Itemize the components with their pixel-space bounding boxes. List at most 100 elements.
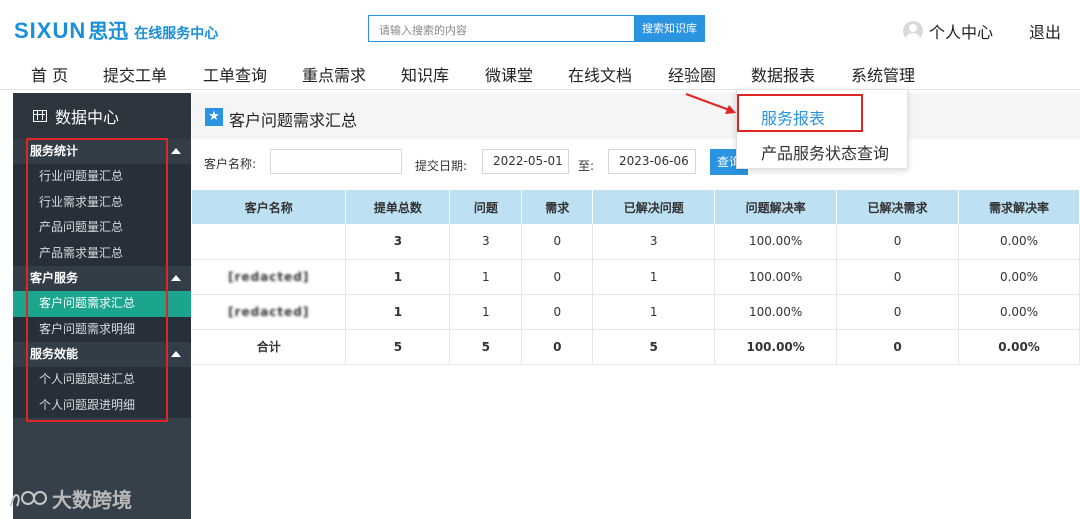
sidebar: 数据中心 服务统计 行业问题量汇总 行业需求量汇总 产品问题量汇总 产品需求量汇… bbox=[13, 93, 191, 519]
star-icon: ★ bbox=[205, 108, 223, 126]
cell-resolved-demands: 0 bbox=[836, 224, 960, 260]
user-avatar-icon bbox=[903, 21, 923, 41]
cell-total-label: 合计 bbox=[192, 329, 347, 365]
cell-total: 3 bbox=[345, 224, 451, 260]
redacted-customer-name: [redacted] bbox=[228, 269, 310, 284]
cell-total: 1 bbox=[345, 294, 451, 330]
caret-up-icon bbox=[171, 275, 181, 281]
cell-demand-rate: 0.00% bbox=[958, 259, 1080, 295]
col-issues: 问题 bbox=[449, 190, 523, 224]
nav-submit-ticket[interactable]: 提交工单 bbox=[103, 62, 167, 86]
cell-total: 1 bbox=[345, 259, 451, 295]
user-center-label: 个人中心 bbox=[929, 23, 994, 42]
logo-subtitle: 在线服务中心 bbox=[134, 26, 219, 42]
cell-issues: 1 bbox=[449, 259, 523, 295]
sidebar-item-customer-summary[interactable]: 客户问题需求汇总 bbox=[13, 291, 191, 317]
sidebar-menu: 服务统计 行业问题量汇总 行业需求量汇总 产品问题量汇总 产品需求量汇总 客户服… bbox=[13, 139, 191, 418]
nav-ticket-query[interactable]: 工单查询 bbox=[203, 62, 267, 86]
cell-demand-rate: 0.00% bbox=[958, 329, 1080, 365]
sidebar-item-customer-detail[interactable]: 客户问题需求明细 bbox=[13, 317, 191, 343]
cell-issues: 1 bbox=[449, 294, 523, 330]
date-from-input[interactable]: 2022-05-01 bbox=[482, 149, 569, 174]
cell-demand-rate: 0.00% bbox=[958, 294, 1080, 330]
cell-resolved-issues: 3 bbox=[592, 224, 716, 260]
cell-customer: [redacted] bbox=[192, 259, 347, 295]
col-issue-rate: 问题解决率 bbox=[714, 190, 838, 224]
cell-issue-rate: 100.00% bbox=[714, 259, 838, 295]
content-title-bar: ★ 客户问题需求汇总 bbox=[192, 93, 1080, 139]
sidebar-title: 数据中心 bbox=[55, 108, 120, 127]
nav-experience-circle[interactable]: 经验圈 bbox=[668, 62, 716, 86]
watermark-logo-icon bbox=[10, 490, 47, 506]
caret-up-icon bbox=[171, 148, 181, 154]
cell-issues: 3 bbox=[449, 224, 523, 260]
sidebar-item-industry-issues[interactable]: 行业问题量汇总 bbox=[13, 164, 191, 190]
nav-home[interactable]: 首 页 bbox=[31, 62, 68, 86]
sidebar-group-service-stats[interactable]: 服务统计 bbox=[13, 139, 191, 164]
data-reports-dropdown: 服务报表 产品服务状态查询 bbox=[736, 89, 908, 169]
date-to-input[interactable]: 2023-06-06 bbox=[608, 149, 696, 174]
cell-customer: [redacted] bbox=[192, 294, 347, 330]
cell-total: 5 bbox=[345, 329, 451, 365]
sidebar-item-industry-demands[interactable]: 行业需求量汇总 bbox=[13, 190, 191, 216]
sidebar-group-service-efficiency[interactable]: 服务效能 bbox=[13, 342, 191, 367]
user-center-link[interactable]: 个人中心 bbox=[903, 19, 993, 43]
cell-demands: 0 bbox=[521, 329, 594, 365]
col-total-tickets: 提单总数 bbox=[345, 190, 451, 224]
nav-micro-class[interactable]: 微课堂 bbox=[485, 62, 533, 86]
caret-up-icon bbox=[171, 351, 181, 357]
cell-resolved-demands: 0 bbox=[836, 294, 960, 330]
menu-item-service-report[interactable]: 服务报表 bbox=[761, 105, 825, 129]
search-input[interactable]: 请输入搜索的内容 bbox=[368, 15, 635, 42]
page-title: 客户问题需求汇总 bbox=[229, 111, 358, 130]
table-row: 3 3 0 3 100.00% 0 0.00% bbox=[192, 224, 1080, 260]
sidebar-item-product-demands[interactable]: 产品需求量汇总 bbox=[13, 241, 191, 267]
submit-date-label: 提交日期: bbox=[415, 159, 468, 173]
group-label: 服务统计 bbox=[30, 144, 79, 158]
cell-demands: 0 bbox=[521, 224, 594, 260]
sidebar-item-personal-summary[interactable]: 个人问题跟进汇总 bbox=[13, 367, 191, 393]
top-header: SIXUN 思迅 在线服务中心 请输入搜索的内容 搜索知识库 个人中心 退出 bbox=[0, 0, 1080, 56]
search-knowledge-button[interactable]: 搜索知识库 bbox=[634, 15, 705, 42]
cell-issue-rate: 100.00% bbox=[714, 329, 838, 365]
nav-online-docs[interactable]: 在线文档 bbox=[568, 62, 632, 86]
col-resolved-issues: 已解决问题 bbox=[592, 190, 716, 224]
cell-demands: 0 bbox=[521, 294, 594, 330]
cell-demand-rate: 0.00% bbox=[958, 224, 1080, 260]
sidebar-header: 数据中心 bbox=[13, 93, 191, 139]
cell-resolved-demands: 0 bbox=[836, 329, 960, 365]
cell-issues: 5 bbox=[449, 329, 523, 365]
logo-cn: 思迅 bbox=[88, 19, 129, 43]
sidebar-item-product-issues[interactable]: 产品问题量汇总 bbox=[13, 215, 191, 241]
nav-system-management[interactable]: 系统管理 bbox=[851, 62, 915, 86]
col-demands: 需求 bbox=[521, 190, 594, 224]
table-row: [redacted] 1 1 0 1 100.00% 0 0.00% bbox=[192, 294, 1080, 330]
cell-demands: 0 bbox=[521, 259, 594, 295]
table-row: [redacted] 1 1 0 1 100.00% 0 0.00% bbox=[192, 259, 1080, 295]
to-label: 至: bbox=[578, 159, 595, 173]
table-grid-icon bbox=[33, 110, 47, 122]
sidebar-item-personal-detail[interactable]: 个人问题跟进明细 bbox=[13, 393, 191, 419]
summary-table: 客户名称 提单总数 问题 需求 已解决问题 问题解决率 已解决需求 需求解决率 … bbox=[192, 190, 1080, 365]
nav-key-requirements[interactable]: 重点需求 bbox=[302, 62, 366, 86]
cell-issue-rate: 100.00% bbox=[714, 224, 838, 260]
sidebar-group-customer-service[interactable]: 客户服务 bbox=[13, 266, 191, 291]
menu-item-product-status[interactable]: 产品服务状态查询 bbox=[761, 140, 889, 164]
main-nav: 首 页 提交工单 工单查询 重点需求 知识库 微课堂 在线文档 经验圈 数据报表… bbox=[0, 56, 1080, 93]
cell-customer bbox=[192, 224, 347, 260]
group-label: 客户服务 bbox=[30, 271, 79, 285]
sixun-logo[interactable]: SIXUN 思迅 在线服务中心 bbox=[14, 15, 218, 45]
customer-name-label: 客户名称: bbox=[204, 157, 257, 171]
col-demand-rate: 需求解决率 bbox=[958, 190, 1080, 224]
table-total-row: 合计 5 5 0 5 100.00% 0 0.00% bbox=[192, 329, 1080, 365]
logout-link[interactable]: 退出 bbox=[1029, 19, 1061, 43]
watermark-text: 大数跨境 bbox=[52, 488, 132, 512]
redacted-customer-name: [redacted] bbox=[228, 304, 310, 319]
cell-resolved-issues: 5 bbox=[592, 329, 716, 365]
logo-text: SIXUN bbox=[14, 18, 87, 43]
watermark: 大数跨境 bbox=[8, 484, 132, 513]
nav-knowledge-base[interactable]: 知识库 bbox=[401, 62, 449, 86]
customer-name-input[interactable] bbox=[270, 149, 402, 174]
cell-issue-rate: 100.00% bbox=[714, 294, 838, 330]
group-label: 服务效能 bbox=[30, 347, 79, 361]
